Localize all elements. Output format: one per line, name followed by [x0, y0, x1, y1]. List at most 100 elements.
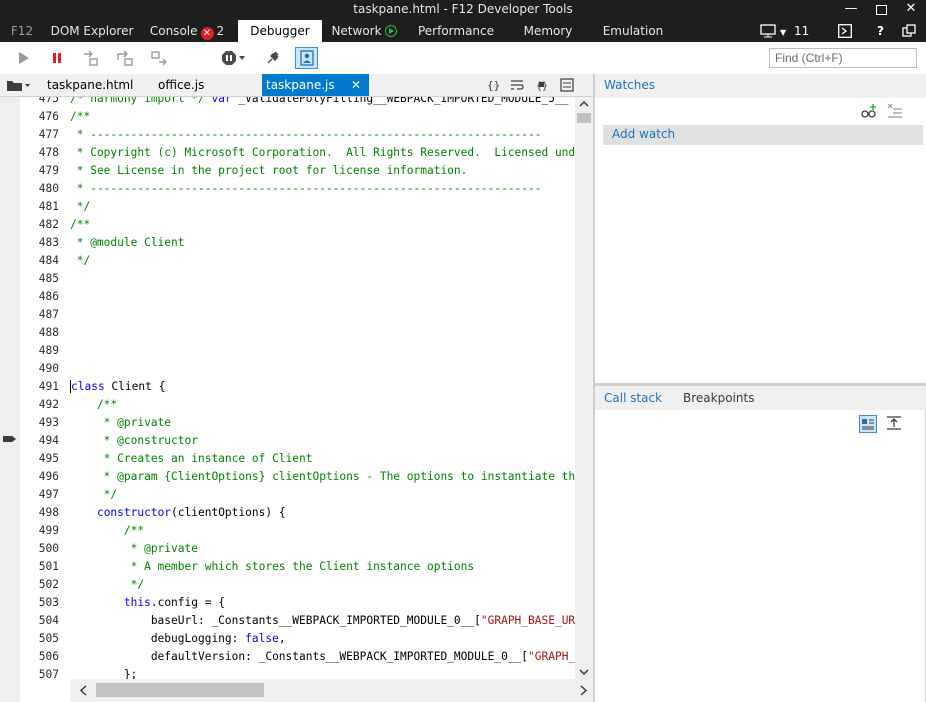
- line-number: 497: [38, 488, 59, 501]
- code-line[interactable]: 478 * Copyright (c) Microsoft Corporatio…: [20, 144, 575, 162]
- pretty-print-button[interactable]: {}: [487, 78, 501, 95]
- minimize-button[interactable]: —: [836, 0, 866, 20]
- code-line[interactable]: 499 /**: [20, 522, 575, 540]
- line-number: 500: [38, 542, 59, 555]
- clear-list-icon: [887, 103, 902, 118]
- code-line[interactable]: 476 /**: [20, 108, 575, 126]
- step-into-button[interactable]: [80, 48, 102, 68]
- tab-f12[interactable]: F12: [6, 20, 38, 42]
- watches-header: Watches: [595, 74, 926, 98]
- break-all-button[interactable]: [46, 48, 68, 68]
- code-line[interactable]: 492 /**: [20, 396, 575, 414]
- code-line[interactable]: 494 * @constructor: [20, 432, 575, 450]
- just-my-code-button[interactable]: [295, 47, 318, 69]
- code-vertical-scrollbar[interactable]: [575, 97, 593, 679]
- console-toggle-button[interactable]: [838, 20, 852, 42]
- undock-button[interactable]: [902, 20, 916, 42]
- tab-debugger[interactable]: Debugger: [238, 20, 322, 42]
- code-line[interactable]: 505 debugLogging: false,: [20, 630, 575, 648]
- code-line[interactable]: 483 * @module Client: [20, 234, 575, 252]
- line-number: 478: [38, 146, 59, 159]
- code-line[interactable]: 477 * ----------------------------------…: [20, 126, 575, 144]
- line-number: 498: [38, 506, 59, 519]
- code-line[interactable]: 485: [20, 270, 575, 288]
- show-frame-info-button[interactable]: [859, 415, 877, 433]
- code-line[interactable]: 484 */: [20, 252, 575, 270]
- vertical-scroll-thumb[interactable]: [577, 113, 591, 123]
- callstack-header: Call stack Breakpoints: [595, 386, 926, 410]
- code-line[interactable]: 488: [20, 324, 575, 342]
- close-window-button[interactable]: ✕: [896, 0, 926, 20]
- code-line[interactable]: 486: [20, 288, 575, 306]
- open-document-button[interactable]: [6, 74, 36, 96]
- code-line[interactable]: 482 /**: [20, 216, 575, 234]
- file-tab-office-js[interactable]: office.js: [158, 74, 204, 96]
- show-library-frames-button[interactable]: [886, 415, 902, 434]
- breakpoint-gutter[interactable]: [0, 97, 20, 702]
- line-source: * @constructor: [70, 432, 198, 450]
- line-source: */: [70, 576, 144, 594]
- line-source: * @private: [70, 540, 198, 558]
- scroll-up-icon[interactable]: [575, 97, 593, 111]
- tab-dom-explorer[interactable]: DOM Explorer: [48, 20, 136, 42]
- add-watch-row[interactable]: Add watch: [603, 125, 923, 145]
- emulation-device-button[interactable]: ▼ 11: [760, 20, 809, 42]
- word-wrap-button[interactable]: [510, 78, 524, 95]
- scroll-right-icon[interactable]: [575, 679, 593, 702]
- code-line[interactable]: 502 */: [20, 576, 575, 594]
- code-line[interactable]: 489: [20, 342, 575, 360]
- code-line[interactable]: 487: [20, 306, 575, 324]
- maximize-button[interactable]: [866, 0, 896, 20]
- scroll-left-icon[interactable]: [74, 679, 92, 702]
- code-line[interactable]: 504 baseUrl: _Constants__WEBPACK_IMPORTE…: [20, 612, 575, 630]
- code-line[interactable]: 481 */: [20, 198, 575, 216]
- code-line[interactable]: 498 constructor(clientOptions) {: [20, 504, 575, 522]
- help-button[interactable]: ?: [877, 20, 884, 42]
- find-input[interactable]: Find (Ctrl+F): [769, 48, 917, 68]
- scroll-down-icon[interactable]: [575, 665, 593, 679]
- tab-breakpoints[interactable]: Breakpoints: [683, 391, 754, 405]
- disconnect-debugger-button[interactable]: [262, 48, 284, 68]
- tab-console[interactable]: Console ✕ 2: [146, 20, 228, 42]
- source-map-button[interactable]: {}: [536, 78, 550, 95]
- file-tab-taskpane-js[interactable]: taskpane.js ✕: [262, 74, 369, 96]
- tab-call-stack[interactable]: Call stack: [604, 391, 662, 405]
- delete-all-watches-button[interactable]: [887, 103, 903, 122]
- tab-emulation[interactable]: Emulation: [596, 20, 670, 42]
- code-line[interactable]: 497 */: [20, 486, 575, 504]
- file-tab-taskpane-html[interactable]: taskpane.html: [47, 74, 133, 96]
- line-source: /**: [70, 216, 90, 234]
- tab-performance[interactable]: Performance: [414, 20, 498, 42]
- code-line[interactable]: 501 * A member which stores the Client i…: [20, 558, 575, 576]
- break-on-exception-button[interactable]: [220, 48, 248, 68]
- code-line[interactable]: 506 defaultVersion: _Constants__WEBPACK_…: [20, 648, 575, 666]
- code-line[interactable]: 500 * @private: [20, 540, 575, 558]
- code-horizontal-scrollbar[interactable]: [70, 679, 593, 702]
- continue-button[interactable]: [12, 48, 34, 68]
- line-number: 482: [38, 218, 59, 231]
- code-line[interactable]: 507 };: [20, 666, 575, 679]
- code-line[interactable]: 496 * @param {ClientOptions} clientOptio…: [20, 468, 575, 486]
- code-line[interactable]: 503 this.config = {: [20, 594, 575, 612]
- code-line[interactable]: 479 * See License in the project root fo…: [20, 162, 575, 180]
- horizontal-scroll-thumb[interactable]: [96, 683, 264, 697]
- code-line[interactable]: 475 /* harmony import */ var _ValidatePol…: [20, 97, 575, 108]
- breakpoint-toggle-button[interactable]: [560, 78, 574, 95]
- code-token: class: [70, 380, 105, 393]
- code-line[interactable]: 495 * Creates an instance of Client: [20, 450, 575, 468]
- tab-memory[interactable]: Memory: [516, 20, 580, 42]
- code-line[interactable]: 493 * @private: [20, 414, 575, 432]
- line-number: 475: [38, 97, 59, 105]
- code-line[interactable]: 491 class Client {: [20, 378, 575, 396]
- tab-network[interactable]: Network: [326, 20, 402, 42]
- add-watch-link[interactable]: Add watch: [612, 127, 675, 141]
- step-over-button[interactable]: [114, 48, 136, 68]
- code-line[interactable]: 480 * ----------------------------------…: [20, 180, 575, 198]
- code-line[interactable]: 490: [20, 360, 575, 378]
- close-tab-icon[interactable]: ✕: [351, 74, 361, 96]
- step-out-button[interactable]: [148, 48, 170, 68]
- code-token: /**: [70, 110, 91, 123]
- add-watch-icon-button[interactable]: [861, 103, 877, 122]
- code-editor[interactable]: 475 /* harmony import */ var _ValidatePol…: [20, 97, 575, 679]
